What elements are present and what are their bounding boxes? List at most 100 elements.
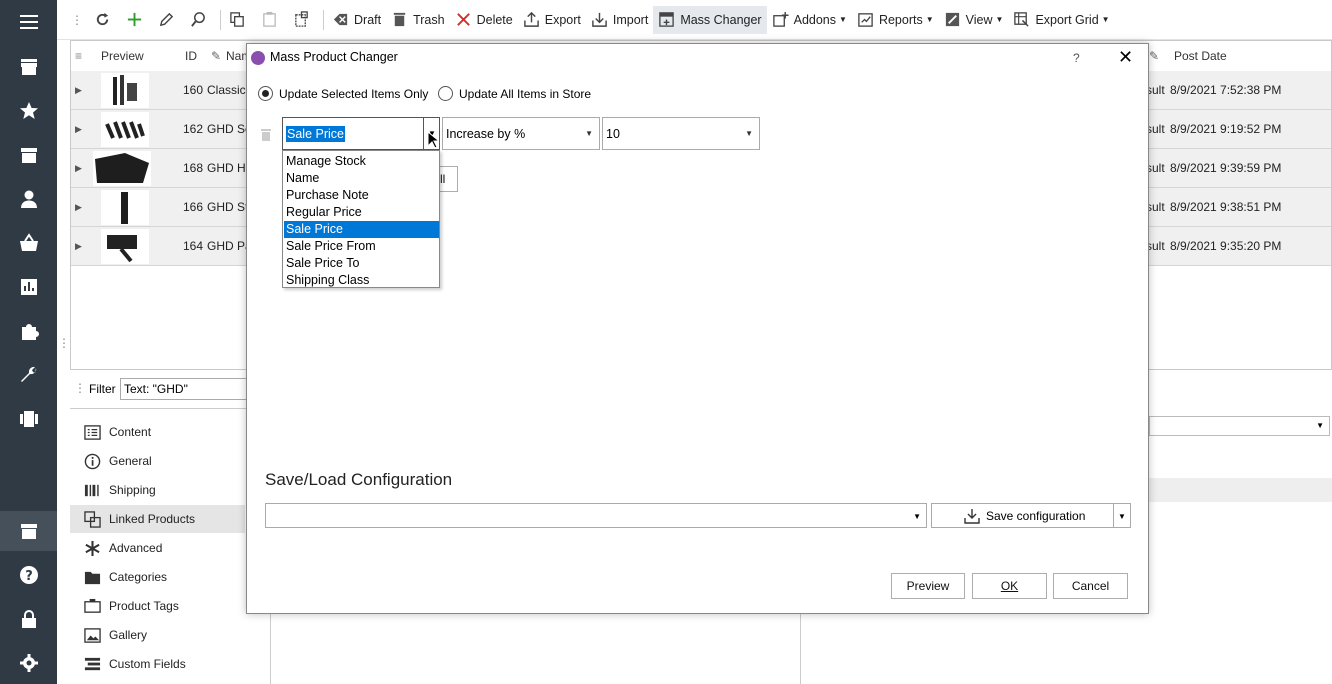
user-icon[interactable] [0, 179, 57, 219]
search-button[interactable] [185, 6, 217, 34]
dropdown-option[interactable]: Shipping Class [284, 272, 439, 289]
export-label: Export [544, 12, 581, 27]
gallery-icon [84, 627, 101, 643]
help-button[interactable]: ? [1073, 51, 1080, 65]
duplicate-icon [295, 11, 308, 27]
delete-row-icon[interactable] [260, 128, 272, 145]
cancel-button[interactable]: Cancel [1053, 573, 1128, 599]
refresh-button[interactable] [89, 6, 121, 34]
puzzle-icon[interactable] [0, 311, 57, 351]
header-post-date[interactable]: Post Date [1174, 41, 1227, 71]
dropdown-option[interactable]: Regular Price [284, 204, 439, 221]
panel-item-label: Product Tags [109, 599, 179, 613]
duplicate-button[interactable] [288, 6, 320, 34]
radio-update-selected[interactable]: Update Selected Items Only [258, 86, 428, 101]
lock-icon[interactable] [0, 599, 57, 639]
dropdown-option-selected[interactable]: Sale Price [284, 221, 439, 238]
info-icon [84, 453, 101, 469]
cancel-button-label: Cancel [1071, 579, 1110, 593]
panel-item-label: Advanced [109, 541, 163, 555]
radio-update-all[interactable]: Update All Items in Store [438, 86, 591, 101]
trash-button[interactable]: Trash [386, 6, 450, 34]
expand-arrow-icon[interactable]: ▶ [75, 227, 82, 266]
close-icon[interactable]: ✕ [1118, 47, 1133, 68]
panel-item-categories[interactable]: Categories [70, 563, 245, 591]
export-grid-button[interactable]: Export Grid ▼ [1008, 6, 1114, 34]
dropdown-option[interactable]: Name [284, 170, 439, 187]
splitter-grip[interactable]: ⋮ [58, 336, 70, 350]
dropdown-option[interactable]: Sale Price From [284, 238, 439, 255]
view-label: View [965, 12, 993, 27]
partial-hidden-button[interactable]: ll [437, 166, 458, 192]
right-select[interactable]: ▼ [1149, 416, 1330, 436]
expand-arrow-icon[interactable]: ▶ [75, 71, 82, 110]
grid-grip[interactable]: ≡ [75, 41, 82, 71]
paste-button[interactable] [256, 6, 288, 34]
save-load-heading: Save/Load Configuration [265, 470, 453, 489]
configuration-select[interactable]: ▼ [265, 503, 927, 528]
store-icon[interactable] [0, 47, 57, 87]
mass-changer-button[interactable]: Mass Changer [653, 5, 767, 34]
operation-combo[interactable]: Increase by % ▼ [442, 117, 600, 150]
cell-id: 164 [183, 239, 204, 253]
columns-icon[interactable] [0, 399, 57, 439]
cell-id: 166 [183, 200, 204, 214]
ok-button-label: OK [1000, 579, 1019, 593]
help-icon[interactable]: ? [0, 555, 57, 595]
dropdown-option[interactable]: Manage Stock [284, 153, 439, 170]
reports-button[interactable]: Reports ▼ [852, 6, 939, 34]
panel-item-gallery[interactable]: Gallery [70, 621, 245, 649]
panel-item-label: Shipping [109, 483, 156, 497]
export-button[interactable]: Export [518, 6, 586, 34]
archive-active-icon[interactable] [0, 511, 57, 551]
dropdown-option[interactable]: Sale Price To [284, 255, 439, 272]
toolbar-grip[interactable]: ⋮ [71, 13, 83, 27]
hamburger-menu-icon[interactable] [0, 2, 57, 42]
wrench-icon[interactable] [0, 355, 57, 395]
field-combo[interactable]: Sale Price ▼ [282, 117, 440, 150]
expand-arrow-icon[interactable]: ▶ [75, 188, 82, 227]
save-configuration-button[interactable]: Save configuration ▼ [931, 503, 1131, 528]
filter-grip[interactable]: ⋮ [74, 381, 86, 395]
radio-selected-dot[interactable] [258, 86, 273, 101]
basket-icon[interactable] [0, 223, 57, 263]
panel-item-custom-fields[interactable]: Custom Fields [70, 650, 245, 678]
settings-icon[interactable] [0, 643, 57, 683]
panel-item-linked-products[interactable]: Linked Products [70, 505, 245, 533]
ok-button[interactable]: OK [972, 573, 1047, 599]
import-button[interactable]: Import [586, 6, 653, 34]
refresh-icon [96, 12, 109, 26]
filter-input[interactable]: Text: "GHD" [120, 378, 260, 400]
archive-icon[interactable] [0, 135, 57, 175]
panel-item-general[interactable]: General [70, 447, 245, 475]
view-button[interactable]: View ▼ [939, 6, 1009, 34]
expand-arrow-icon[interactable]: ▶ [75, 110, 82, 149]
panel-item-advanced[interactable]: Advanced [70, 534, 245, 562]
delete-button[interactable]: Delete [450, 6, 518, 34]
add-button[interactable] [121, 6, 153, 34]
save-configuration-dropdown[interactable]: ▼ [1113, 504, 1130, 527]
addons-label: Addons [793, 12, 837, 27]
draft-button[interactable]: Draft [327, 6, 386, 34]
radio-update-all-label: Update All Items in Store [459, 86, 592, 101]
field-combo-value[interactable]: Sale Price [286, 125, 345, 142]
header-id[interactable]: ID [185, 41, 197, 71]
cell-id: 160 [183, 83, 204, 97]
shipping-icon [84, 484, 99, 496]
content-icon [84, 424, 101, 440]
panel-item-content[interactable]: Content [70, 418, 245, 446]
copy-button[interactable] [224, 6, 256, 34]
chart-icon[interactable] [0, 267, 57, 307]
panel-item-shipping[interactable]: Shipping [70, 476, 245, 504]
addons-button[interactable]: Addons ▼ [767, 6, 852, 34]
export-grid-label: Export Grid [1035, 12, 1099, 27]
dropdown-option[interactable]: Purchase Note [284, 187, 439, 204]
expand-arrow-icon[interactable]: ▶ [75, 149, 82, 188]
star-icon[interactable] [0, 91, 57, 131]
panel-item-product-tags[interactable]: Product Tags [70, 592, 245, 620]
edit-button[interactable] [153, 6, 185, 34]
amount-combo[interactable]: 10 ▼ [602, 117, 760, 150]
preview-button[interactable]: Preview [891, 573, 965, 599]
header-preview[interactable]: Preview [101, 41, 144, 71]
radio-all-circle[interactable] [438, 86, 453, 101]
